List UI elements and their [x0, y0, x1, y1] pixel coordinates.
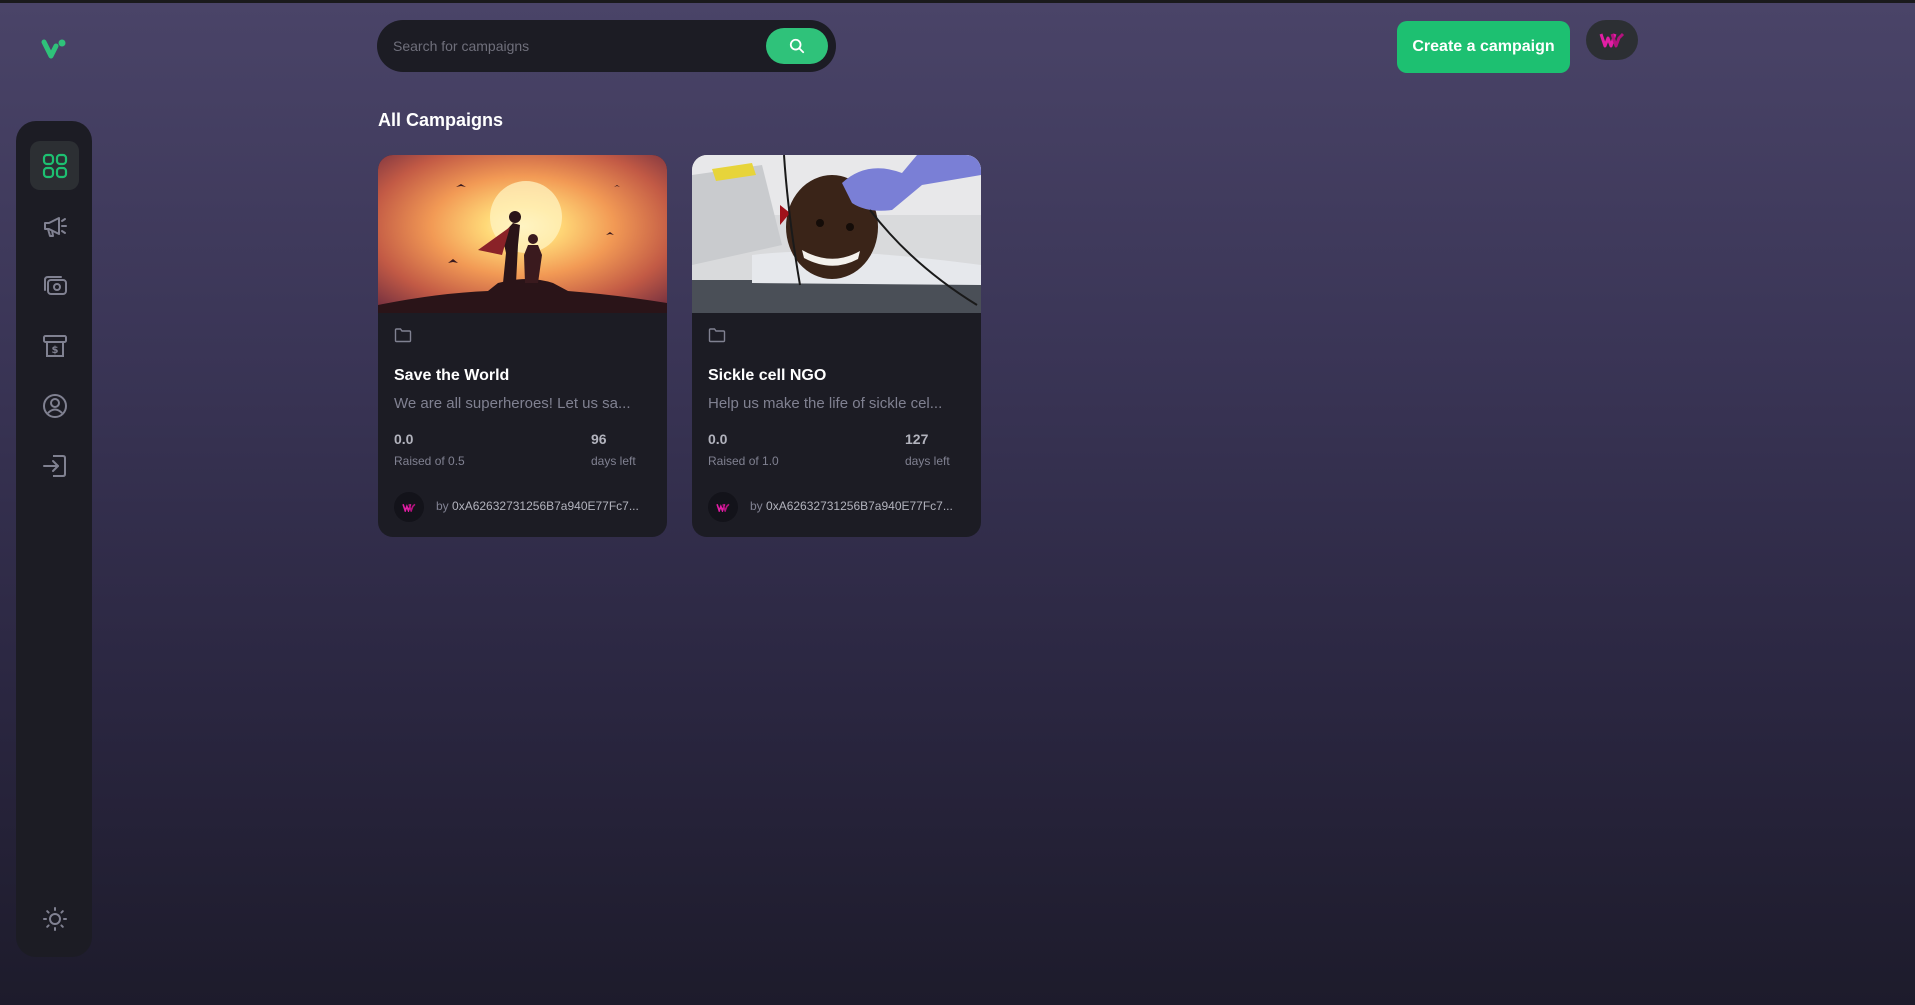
dashboard-icon	[42, 153, 67, 178]
brand-avatar-icon	[1599, 32, 1625, 48]
sidebar-item-withdraw[interactable]: $	[30, 321, 79, 370]
window-top-edge	[0, 0, 1915, 3]
sidebar-item-campaign[interactable]	[30, 201, 79, 250]
brand-avatar-icon	[402, 503, 416, 512]
search-input[interactable]	[393, 30, 753, 62]
raised-amount: 0.0	[394, 431, 414, 447]
campaign-icon	[43, 216, 67, 237]
profile-avatar[interactable]	[1586, 20, 1638, 60]
campaign-description: We are all superheroes! Let us sa...	[394, 395, 631, 412]
sidebar-item-dashboard[interactable]	[30, 141, 79, 190]
days-left-label: days left	[905, 454, 950, 468]
sidebar-item-payment[interactable]	[30, 261, 79, 310]
folder-icon	[394, 328, 412, 343]
owner-prefix: by	[436, 499, 449, 513]
owner-address: 0xA62632731256B7a940E77Fc7...	[766, 499, 953, 513]
create-campaign-button[interactable]: Create a campaign	[1397, 21, 1570, 73]
owner-avatar	[708, 492, 738, 522]
section-title: All Campaigns	[378, 110, 504, 130]
campaign-card[interactable]: Save the World We are all superheroes! L…	[378, 155, 667, 537]
withdraw-icon: $	[42, 334, 67, 357]
sidebar-item-logout[interactable]	[30, 441, 79, 490]
days-left-label: days left	[591, 454, 636, 468]
logout-icon	[42, 454, 66, 477]
owner-address: 0xA62632731256B7a940E77Fc7...	[452, 499, 639, 513]
profile-icon	[42, 393, 67, 418]
days-left-value: 96	[591, 431, 607, 447]
svg-text:$: $	[51, 345, 58, 356]
app-logo[interactable]	[40, 36, 70, 62]
days-left-value: 127	[905, 431, 929, 447]
owner-prefix: by	[750, 499, 763, 513]
search-icon	[789, 38, 805, 54]
sidebar-item-profile[interactable]	[30, 381, 79, 430]
raised-label: Raised of 1.0	[708, 454, 779, 468]
campaign-owner: by 0xA62632731256B7a940E77Fc7...	[750, 499, 975, 513]
folder-icon	[708, 328, 726, 343]
campaign-title: Save the World	[394, 367, 510, 384]
campaign-description: Help us make the life of sickle cel...	[708, 395, 943, 412]
raised-label: Raised of 0.5	[394, 454, 465, 468]
campaign-image	[692, 155, 981, 313]
theme-toggle[interactable]	[30, 894, 79, 943]
campaign-card[interactable]: Sickle cell NGO Help us make the life of…	[692, 155, 981, 537]
campaign-title: Sickle cell NGO	[708, 367, 827, 384]
payment-icon	[43, 275, 67, 295]
raised-amount: 0.0	[708, 431, 728, 447]
campaign-owner: by 0xA62632731256B7a940E77Fc7...	[436, 499, 661, 513]
search-bar	[377, 20, 836, 72]
brand-avatar-icon	[716, 503, 730, 512]
campaign-image	[378, 155, 667, 313]
search-button[interactable]	[766, 28, 828, 64]
sun-icon	[42, 906, 67, 931]
sidebar: $	[16, 121, 92, 957]
owner-avatar	[394, 492, 424, 522]
